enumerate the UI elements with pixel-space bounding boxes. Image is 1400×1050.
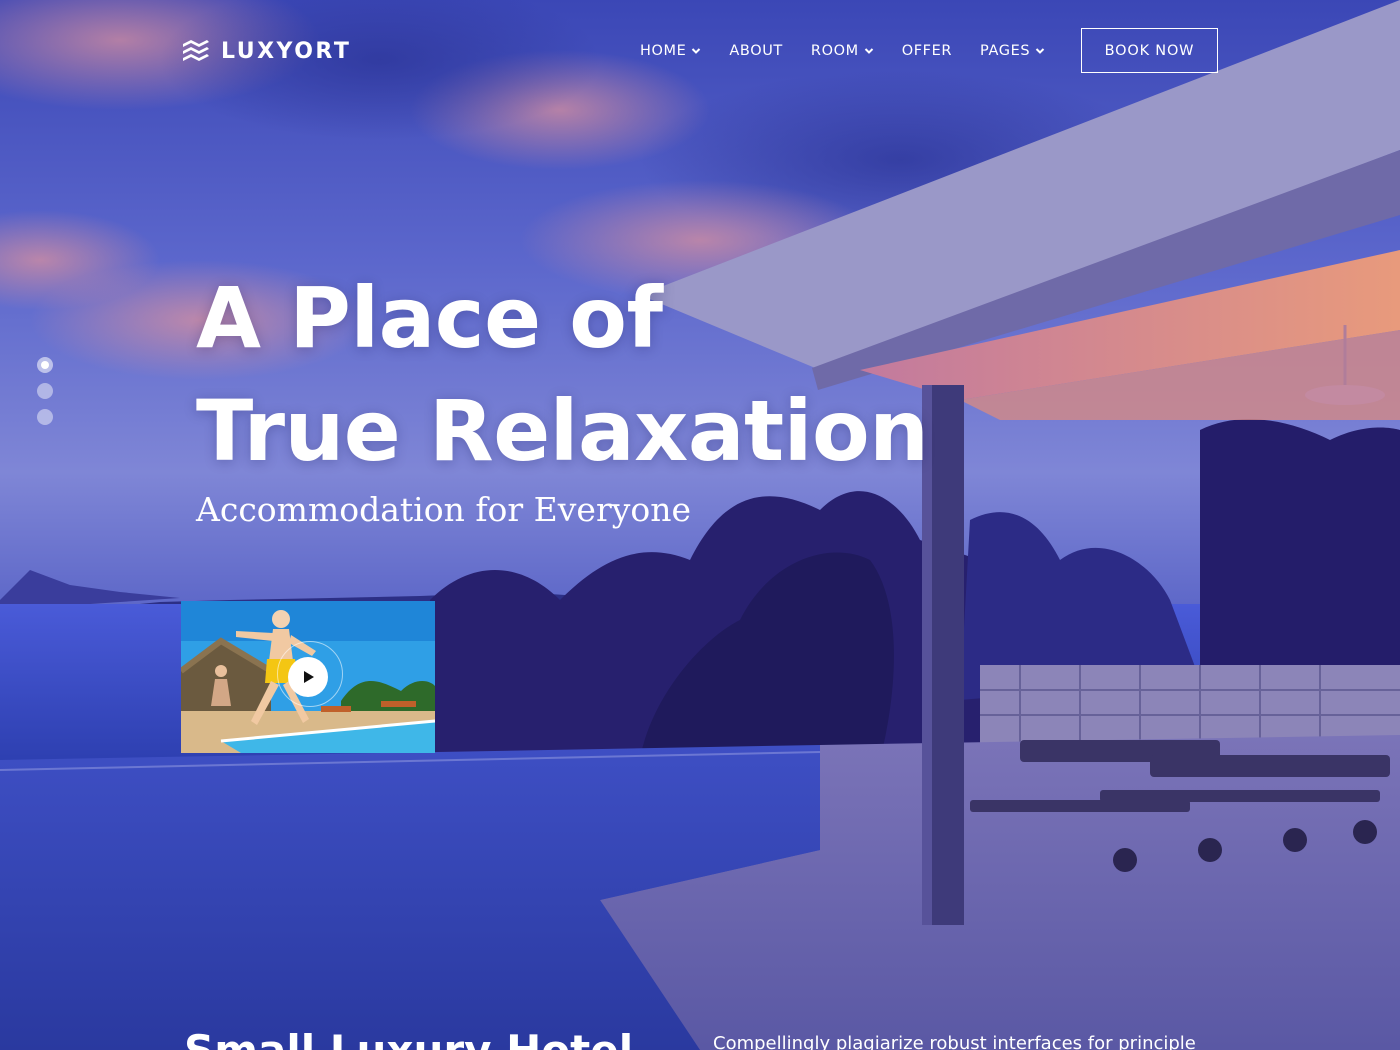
- about-section-title: Small Luxury Hotel: [184, 1030, 664, 1050]
- nav-item-room[interactable]: ROOM: [811, 43, 874, 59]
- nav-item-home[interactable]: HOME: [640, 43, 701, 59]
- nav-item-pages[interactable]: PAGES: [980, 43, 1045, 59]
- chevron-down-icon: [864, 48, 873, 54]
- hero-headline-line-1: A Place of: [196, 269, 663, 367]
- slider-dot-3[interactable]: [37, 409, 53, 425]
- slider-pagination: [37, 357, 53, 425]
- nav-item-label: ROOM: [810, 43, 859, 59]
- book-now-button[interactable]: BOOK NOW: [1081, 28, 1218, 73]
- nav-item-label: HOME: [640, 43, 687, 59]
- slider-dot-2[interactable]: [37, 383, 53, 399]
- brand-logo[interactable]: LUXYORT: [181, 37, 351, 65]
- play-button[interactable]: [288, 657, 328, 697]
- main-nav: HOME ABOUT ROOM OFFER PAGES: [640, 40, 1045, 62]
- nav-item-label: PAGES: [980, 43, 1031, 59]
- play-icon: [304, 671, 314, 683]
- brand-name: LUXYORT: [221, 38, 352, 64]
- slider-dot-1[interactable]: [37, 357, 53, 373]
- nav-item-about[interactable]: ABOUT: [729, 43, 783, 59]
- nav-item-label: ABOUT: [729, 43, 783, 59]
- nav-item-offer[interactable]: OFFER: [902, 43, 952, 59]
- chevron-down-icon: [1035, 48, 1045, 54]
- hero-headline: A Place of True Relaxation: [196, 262, 956, 488]
- video-thumbnail[interactable]: [181, 601, 435, 753]
- hero-headline-line-2: True Relaxation: [196, 382, 929, 480]
- about-section-text: Compellingly plagiarize robust interface…: [713, 1033, 1196, 1050]
- nav-item-label: OFFER: [901, 43, 953, 59]
- wave-stack-icon: [181, 37, 211, 65]
- chevron-down-icon: [692, 48, 701, 54]
- hero-subheadline: Accommodation for Everyone: [196, 490, 692, 529]
